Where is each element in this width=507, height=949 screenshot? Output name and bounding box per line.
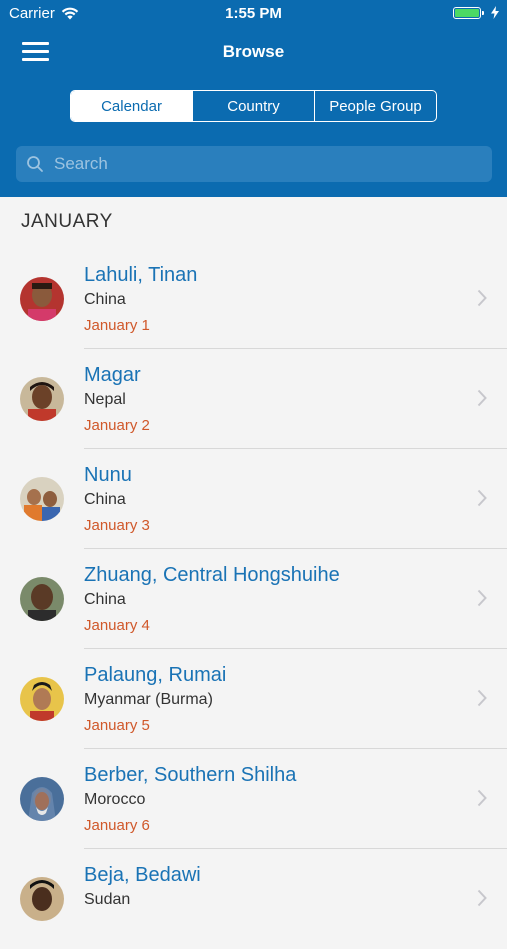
people-group-country: Morocco — [84, 791, 146, 808]
avatar — [20, 477, 64, 521]
people-group-date: January 5 — [84, 717, 150, 734]
avatar — [20, 777, 64, 821]
people-group-date: January 1 — [84, 317, 150, 334]
people-group-country: Myanmar (Burma) — [84, 691, 213, 708]
people-group-name: Zhuang, Central Hongshuihe — [84, 564, 340, 586]
search-input[interactable] — [52, 153, 476, 175]
people-group-country: Nepal — [84, 391, 126, 408]
people-group-date: January 4 — [84, 617, 150, 634]
people-group-country: China — [84, 291, 126, 308]
avatar — [20, 677, 64, 721]
list-item[interactable]: Magar Nepal January 2 — [0, 349, 507, 449]
chevron-right-icon — [477, 689, 487, 707]
search-bar[interactable] — [16, 146, 492, 182]
avatar — [20, 377, 64, 421]
browse-segmented-control: Calendar Country People Group — [70, 90, 437, 122]
people-group-name: Palaung, Rumai — [84, 664, 227, 686]
avatar — [20, 877, 64, 921]
list-item[interactable]: Nunu China January 3 — [0, 449, 507, 549]
chevron-right-icon — [477, 589, 487, 607]
people-group-name: Berber, Southern Shilha — [84, 764, 297, 786]
status-bar: Carrier 1:55 PM — [0, 0, 507, 28]
charging-icon — [491, 6, 499, 19]
people-group-name: Magar — [84, 364, 141, 386]
segment-calendar[interactable]: Calendar — [71, 91, 193, 121]
people-group-date: January 2 — [84, 417, 150, 434]
search-icon — [27, 156, 43, 172]
segment-country[interactable]: Country — [193, 91, 315, 121]
people-group-date: January 3 — [84, 517, 150, 534]
app-header: Carrier 1:55 PM Browse Calendar Country … — [0, 0, 507, 197]
people-group-country: Sudan — [84, 891, 131, 908]
people-group-name: Nunu — [84, 464, 132, 486]
people-group-name: Lahuli, Tinan — [84, 264, 198, 286]
status-time: 1:55 PM — [225, 5, 282, 22]
list-item[interactable]: Berber, Southern Shilha Morocco January … — [0, 749, 507, 849]
chevron-right-icon — [477, 489, 487, 507]
page-title: Browse — [222, 42, 285, 61]
battery-icon — [453, 6, 484, 19]
section-header-month: JANUARY — [21, 211, 113, 232]
chevron-right-icon — [477, 889, 487, 907]
people-group-name: Beja, Bedawi — [84, 864, 201, 886]
chevron-right-icon — [477, 789, 487, 807]
segment-people-group[interactable]: People Group — [315, 91, 436, 121]
status-right — [453, 6, 499, 19]
avatar — [20, 577, 64, 621]
people-group-date: January 6 — [84, 817, 150, 834]
avatar — [20, 277, 64, 321]
navigation-bar: Browse — [0, 28, 507, 74]
people-group-list: Lahuli, Tinan China January 1 Magar Nepa… — [0, 249, 507, 949]
list-item[interactable]: Zhuang, Central Hongshuihe China January… — [0, 549, 507, 649]
list-item[interactable]: Lahuli, Tinan China January 1 — [0, 249, 507, 349]
list-item[interactable]: Palaung, Rumai Myanmar (Burma) January 5 — [0, 649, 507, 749]
people-group-country: China — [84, 491, 126, 508]
people-group-country: China — [84, 591, 126, 608]
chevron-right-icon — [477, 389, 487, 407]
chevron-right-icon — [477, 289, 487, 307]
list-item[interactable]: Beja, Bedawi Sudan — [0, 849, 507, 949]
